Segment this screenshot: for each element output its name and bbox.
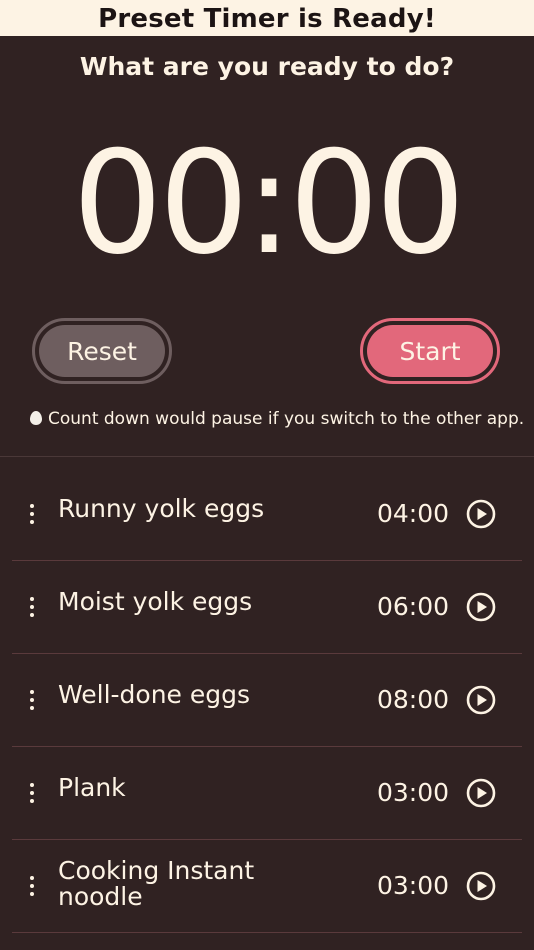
- preset-row[interactable]: Plank 03:00: [12, 747, 522, 840]
- timer-display: 00:00: [72, 121, 465, 286]
- preset-list: Runny yolk eggs 04:00 Moist yolk eggs 06…: [0, 468, 534, 933]
- preset-label: Plank: [58, 773, 126, 802]
- start-button[interactable]: Start: [360, 318, 500, 384]
- drag-handle-icon[interactable]: [30, 504, 36, 526]
- egg-icon: [30, 411, 42, 425]
- preset-row[interactable]: Cooking Instant noodle 03:00: [12, 840, 522, 933]
- preset-row[interactable]: Well-done eggs 08:00: [12, 654, 522, 747]
- preset-row[interactable]: Moist yolk eggs 06:00: [12, 561, 522, 654]
- play-icon[interactable]: [466, 685, 496, 715]
- drag-handle-icon[interactable]: [30, 597, 36, 619]
- preset-label: Moist yolk eggs: [58, 587, 253, 616]
- reset-button-label: Reset: [39, 325, 165, 377]
- drag-handle-icon[interactable]: [30, 783, 36, 805]
- background-notice: Count down would pause if you switch to …: [30, 406, 524, 432]
- preset-row[interactable]: Runny yolk eggs 04:00: [12, 468, 522, 561]
- preset-time: 08:00: [377, 685, 450, 714]
- preset-label: Well-done eggs: [58, 680, 251, 709]
- drag-handle-icon[interactable]: [30, 876, 36, 898]
- ready-banner: Preset Timer is Ready!: [0, 0, 534, 36]
- play-icon[interactable]: [466, 778, 496, 808]
- start-button-label: Start: [367, 325, 493, 377]
- reset-button[interactable]: Reset: [32, 318, 172, 384]
- preset-label: Runny yolk eggs: [58, 494, 265, 523]
- drag-handle-icon[interactable]: [30, 690, 36, 712]
- preset-time: 03:00: [377, 778, 450, 807]
- play-icon[interactable]: [466, 499, 496, 529]
- notice-text: Count down would pause if you switch to …: [48, 409, 525, 429]
- play-icon[interactable]: [466, 592, 496, 622]
- prompt-question: What are you ready to do?: [79, 52, 455, 81]
- preset-time: 06:00: [377, 592, 450, 621]
- divider: [0, 456, 534, 457]
- preset-time: 04:00: [377, 499, 450, 528]
- preset-time: 03:00: [377, 871, 450, 900]
- preset-label: Cooking Instant noodle: [58, 856, 255, 911]
- play-icon[interactable]: [466, 871, 496, 901]
